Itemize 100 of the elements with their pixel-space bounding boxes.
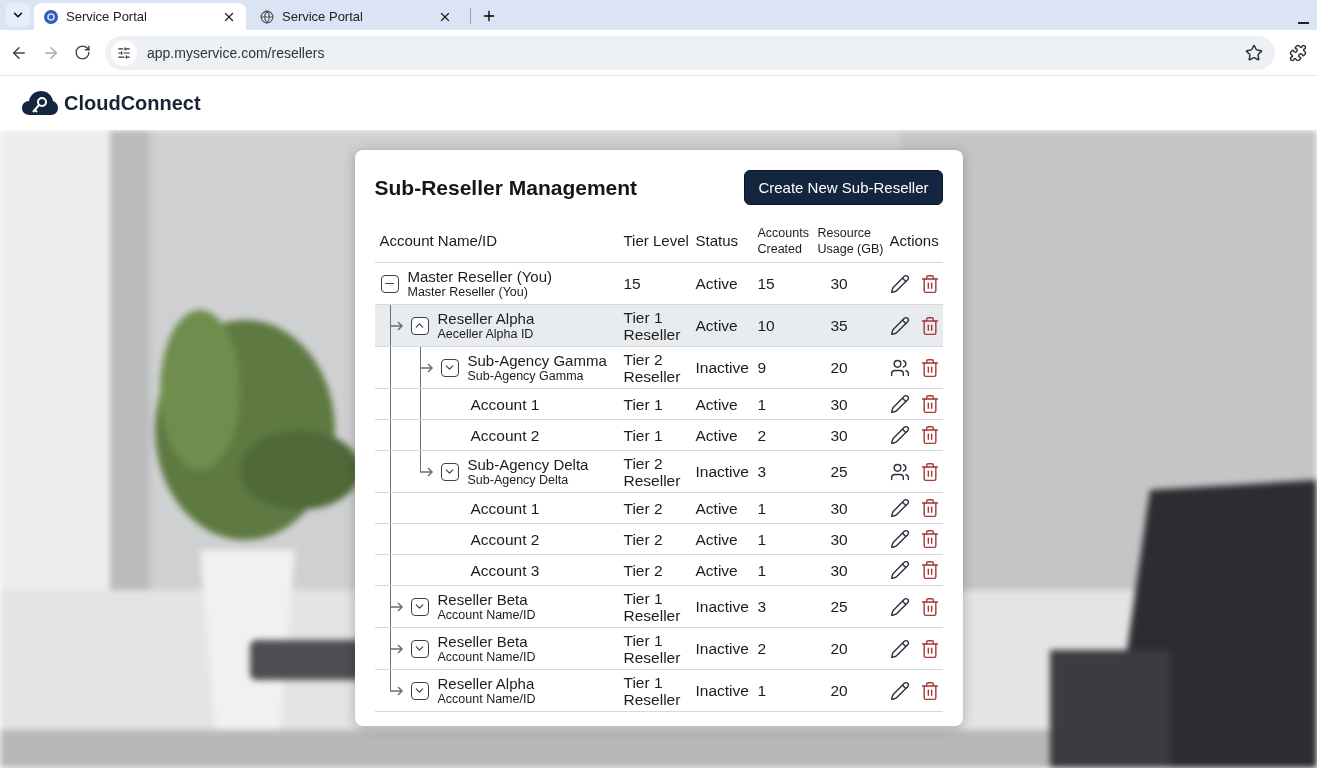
- expand-toggle[interactable]: [440, 462, 459, 481]
- reload-button[interactable]: [74, 44, 91, 61]
- browser-tab[interactable]: Service Portal: [250, 3, 462, 30]
- edit-button[interactable]: [889, 425, 910, 445]
- delete-button[interactable]: [919, 425, 940, 445]
- resource-usage: 30: [829, 560, 849, 581]
- tier-level: Tier 1: [622, 394, 664, 415]
- resource-usage: 25: [829, 462, 849, 482]
- tier-level: Tier 2: [622, 529, 664, 550]
- resource-usage: 30: [829, 274, 849, 294]
- accounts-count: 1: [756, 394, 768, 415]
- create-button[interactable]: Create New Sub-Reseller: [744, 170, 943, 205]
- address-bar[interactable]: app.myservice.com/resellers: [105, 35, 1275, 70]
- table-row[interactable]: Account 2 Tier 1 Active 2 30: [374, 420, 943, 451]
- status-text: Active: [694, 560, 739, 581]
- edit-button[interactable]: [889, 529, 910, 549]
- table-row[interactable]: Account 2 Tier 2 Active 1 30: [374, 524, 943, 555]
- trash-icon: [919, 638, 940, 659]
- delete-button[interactable]: [919, 357, 940, 378]
- minus-icon: [1298, 22, 1309, 24]
- account-name: Master Reseller (You): [407, 268, 552, 285]
- account-name: Sub-Agency Gamma: [467, 352, 607, 369]
- account-name: Account 3: [469, 561, 540, 579]
- accounts-count: 1: [756, 529, 768, 550]
- expand-toggle[interactable]: [380, 274, 399, 293]
- resource-usage: 35: [829, 316, 849, 336]
- trash-icon: [919, 529, 940, 549]
- expand-toggle[interactable]: [410, 316, 429, 335]
- status-text: Active: [694, 529, 739, 550]
- connector-arrow: [389, 643, 404, 654]
- column-header: Accounts Created: [756, 225, 810, 258]
- account-id: Sub-Agency Delta: [467, 473, 570, 487]
- tier-level: Tier 1 Reseller: [622, 307, 682, 345]
- manage-users-button[interactable]: [889, 357, 910, 378]
- expand-toggle[interactable]: [440, 358, 459, 377]
- delete-button[interactable]: [919, 560, 940, 580]
- trash-icon: [919, 560, 940, 580]
- tab-title: Service Portal: [282, 9, 364, 24]
- status-text: Active: [694, 274, 739, 294]
- pencil-icon: [889, 638, 910, 659]
- tier-level: Tier 2 Reseller: [622, 349, 682, 387]
- connector-arrow: [389, 320, 404, 331]
- edit-button[interactable]: [889, 638, 910, 659]
- brand-name: CloudConnect: [64, 91, 201, 115]
- delete-button[interactable]: [919, 529, 940, 549]
- edit-button[interactable]: [889, 560, 910, 580]
- tier-level: Tier 1 Reseller: [622, 630, 682, 668]
- edit-button[interactable]: [889, 680, 910, 701]
- resource-usage: 20: [829, 681, 849, 701]
- account-name: Account 1: [469, 395, 540, 413]
- delete-button[interactable]: [919, 596, 940, 617]
- pencil-icon: [889, 560, 910, 580]
- delete-button[interactable]: [919, 394, 940, 414]
- sliders-icon: [117, 45, 131, 60]
- expand-toggle[interactable]: [410, 639, 429, 658]
- puzzle-icon: [1289, 43, 1307, 62]
- column-header: Status: [694, 232, 740, 251]
- delete-button[interactable]: [919, 498, 940, 518]
- manage-users-button[interactable]: [889, 461, 910, 482]
- delete-button[interactable]: [919, 461, 940, 482]
- account-name: Account 2: [469, 530, 540, 548]
- table-row[interactable]: Account 1 Tier 2 Active 1 30: [374, 493, 943, 524]
- browser-tab[interactable]: Service Portal: [34, 3, 246, 30]
- edit-button[interactable]: [889, 273, 910, 294]
- tab-list-button[interactable]: [6, 3, 30, 27]
- table-row[interactable]: Account 1 Tier 1 Active 1 30: [374, 389, 943, 420]
- connector-arrow: [389, 685, 404, 696]
- plus-icon: [481, 8, 497, 24]
- resource-usage: 30: [829, 425, 849, 446]
- status-text: Active: [694, 316, 739, 336]
- tier-level: Tier 2: [622, 560, 664, 581]
- site-info-button[interactable]: [111, 39, 137, 66]
- edit-button[interactable]: [889, 315, 910, 336]
- edit-button[interactable]: [889, 596, 910, 617]
- expand-toggle[interactable]: [410, 597, 429, 616]
- delete-button[interactable]: [919, 273, 940, 294]
- panel-title: Sub-Reseller Management: [374, 175, 638, 200]
- resource-usage: 30: [829, 498, 849, 519]
- star-icon[interactable]: [1245, 43, 1263, 62]
- accounts-count: 9: [756, 358, 768, 378]
- column-header: Resource Usage (GB): [816, 225, 885, 258]
- delete-button[interactable]: [919, 638, 940, 659]
- table-row[interactable]: Account 3 Tier 2 Active 1 30: [374, 555, 943, 586]
- edit-button[interactable]: [889, 498, 910, 518]
- resource-usage: 20: [829, 358, 849, 378]
- edit-button[interactable]: [889, 394, 910, 414]
- tier-level: Tier 1 Reseller: [622, 588, 682, 626]
- delete-button[interactable]: [919, 680, 940, 701]
- pencil-icon: [889, 273, 910, 294]
- expand-toggle[interactable]: [410, 681, 429, 700]
- account-id: Sub-Agency Gamma: [467, 369, 585, 383]
- delete-button[interactable]: [919, 315, 940, 336]
- account-name: Account 2: [469, 426, 540, 444]
- tier-level: Tier 1: [622, 425, 664, 446]
- pencil-icon: [889, 680, 910, 701]
- pencil-icon: [889, 425, 910, 445]
- account-id: Account Name/ID: [437, 650, 536, 664]
- account-name: Account 1: [469, 499, 540, 517]
- status-text: Active: [694, 425, 739, 446]
- extensions-button[interactable]: [1289, 43, 1307, 62]
